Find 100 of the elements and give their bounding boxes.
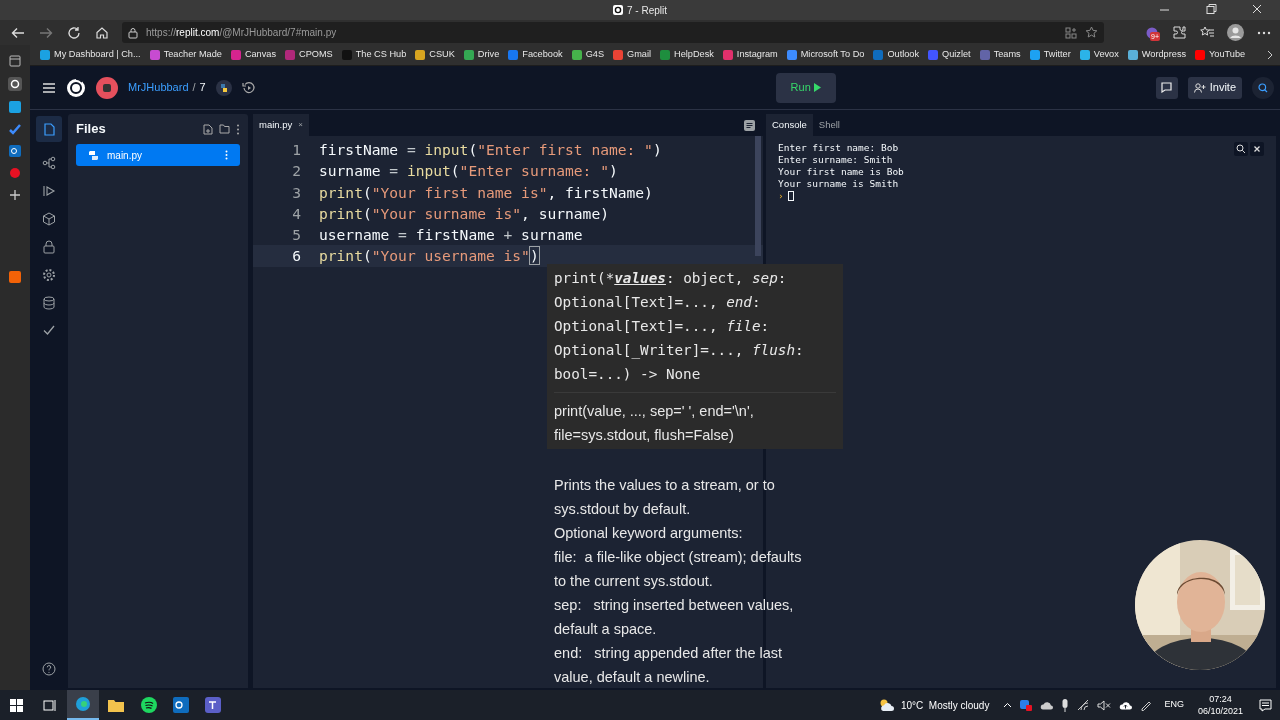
checkmark-icon[interactable] [43,324,55,336]
code-text: username = firstName + surname [319,225,583,246]
browser-taskbar-button[interactable] [67,690,99,720]
bookmark-link[interactable]: My Dashboard | Ch... [40,48,141,62]
tab-actions-icon[interactable] [9,55,21,67]
chat-button[interactable] [1155,76,1178,99]
prompt-symbol: › [778,190,784,202]
clock-time[interactable]: 07:24 [1209,693,1232,705]
clock-date[interactable]: 06/10/2021 [1197,705,1243,717]
more-icon[interactable] [225,150,228,160]
database-icon[interactable] [43,296,55,310]
cloud-upload-icon[interactable] [1119,700,1133,710]
chat-app-icon[interactable] [205,697,221,713]
bookmark-link[interactable]: CSUK [415,48,455,62]
apps-icon[interactable] [1065,26,1077,39]
panel-title: Files [76,120,107,139]
debugger-icon[interactable] [42,184,56,198]
editor-tab[interactable]: main.py × [253,114,309,136]
file-item[interactable]: main.py [76,144,240,166]
line-number: 4 [291,203,302,224]
code-text: print("Your username is") [319,246,539,267]
bookmark-link[interactable]: The CS Hub [341,48,407,62]
profile-avatar-icon[interactable] [1227,24,1244,41]
microphone-icon[interactable] [1061,698,1070,712]
replit-logo-icon[interactable] [66,77,86,98]
mail-tab-icon[interactable] [9,145,21,157]
wifi-icon[interactable] [1077,699,1090,711]
git-branch-icon[interactable] [42,156,56,170]
bookmark-link[interactable]: Outlook [873,48,920,62]
history-icon[interactable] [241,80,256,95]
settings-icon[interactable] [42,268,56,282]
music-app-icon[interactable] [141,697,157,713]
bookmark-link[interactable]: Gmail [613,48,652,62]
bookmark-link[interactable]: Microsoft To Do [786,48,865,62]
line-number: 3 [291,182,302,203]
search-icon[interactable] [1234,142,1248,156]
bookmark-link[interactable]: Facebook [508,48,563,62]
line-number: 2 [291,161,302,182]
speaker-muted-icon[interactable] [1097,699,1112,711]
bookmark-link[interactable]: G4S [571,48,605,62]
new-folder-icon[interactable] [219,124,230,134]
more-icon[interactable] [236,123,240,135]
notifications-icon[interactable] [1259,698,1272,712]
bookmark-link[interactable]: Canvas [230,48,277,62]
format-icon[interactable] [744,119,755,131]
windows-start-icon[interactable] [10,698,23,712]
replit-tab-icon[interactable] [8,77,22,91]
console-output-line: Your first name is Bob [778,166,904,178]
weather-text[interactable]: 10°C Mostly cloudy [900,697,990,713]
lock-icon[interactable] [43,240,55,254]
play-tab-icon[interactable] [9,167,21,179]
console-output-line: Your surname is Smith [778,178,900,190]
run-button[interactable]: Run [775,72,836,103]
favorites-icon[interactable] [1199,25,1215,40]
favorite-star-icon[interactable] [1085,26,1098,39]
folder-icon[interactable] [108,698,124,712]
help-icon[interactable] [42,662,56,676]
bookmark-link[interactable]: Drive [463,48,500,62]
chevron-right-icon[interactable] [1267,50,1274,60]
bookmark-link[interactable]: YouTube [1195,48,1246,62]
pen-icon[interactable] [1140,699,1153,711]
menu-icon[interactable] [42,81,56,94]
address-bar[interactable]: https://replit.com/@MrJHubbard/7#main.py [122,22,1104,43]
bookmark-link[interactable]: Twitter [1029,48,1071,62]
username-link[interactable]: MrJHubbard [128,79,189,96]
tray-app-icon[interactable] [1020,699,1033,711]
bookmark-link[interactable]: Vevox [1079,48,1119,62]
user-avatar-icon[interactable] [96,76,118,99]
search-button[interactable] [1252,76,1274,99]
line-number: 1 [291,140,302,160]
console-tab[interactable]: Console [766,114,813,136]
file-icon [43,122,55,136]
invite-button[interactable]: Invite [1187,76,1242,99]
task-view-icon[interactable] [43,698,57,712]
window-title: 7 - Replit [627,3,667,18]
language-indicator[interactable]: ENG [1164,698,1184,712]
bookmark-link[interactable]: CPOMS [285,48,333,62]
cloud-icon[interactable] [1040,700,1054,710]
close-icon[interactable] [1250,142,1264,156]
chevron-up-icon[interactable] [1003,702,1013,708]
files-tool-button[interactable] [36,116,62,142]
repl-name[interactable]: 7 [199,79,206,96]
tab-icon[interactable] [9,271,21,283]
tab-icon[interactable] [9,101,21,113]
replit-tab-icon [613,5,623,15]
bookmark-link[interactable]: Wordpress [1127,48,1187,62]
bookmark-link[interactable]: Quizlet [928,48,971,62]
refresh-icon[interactable] [66,24,82,41]
console-tab[interactable]: Shell [812,114,846,136]
bookmark-link[interactable]: Teams [979,48,1021,62]
package-icon[interactable] [42,212,56,226]
checkmark-tab-icon[interactable] [9,123,21,135]
bookmark-link[interactable]: HelpDesk [660,48,714,62]
mail-app-icon[interactable] [173,697,189,713]
close-tab-button[interactable]: × [298,119,303,131]
bookmark-link[interactable]: Instagram [722,48,778,62]
new-file-icon[interactable] [203,123,213,135]
extensions-icon[interactable] [1172,25,1187,40]
new-tab-icon[interactable] [9,189,21,201]
bookmark-link[interactable]: Teacher Made [149,48,222,62]
